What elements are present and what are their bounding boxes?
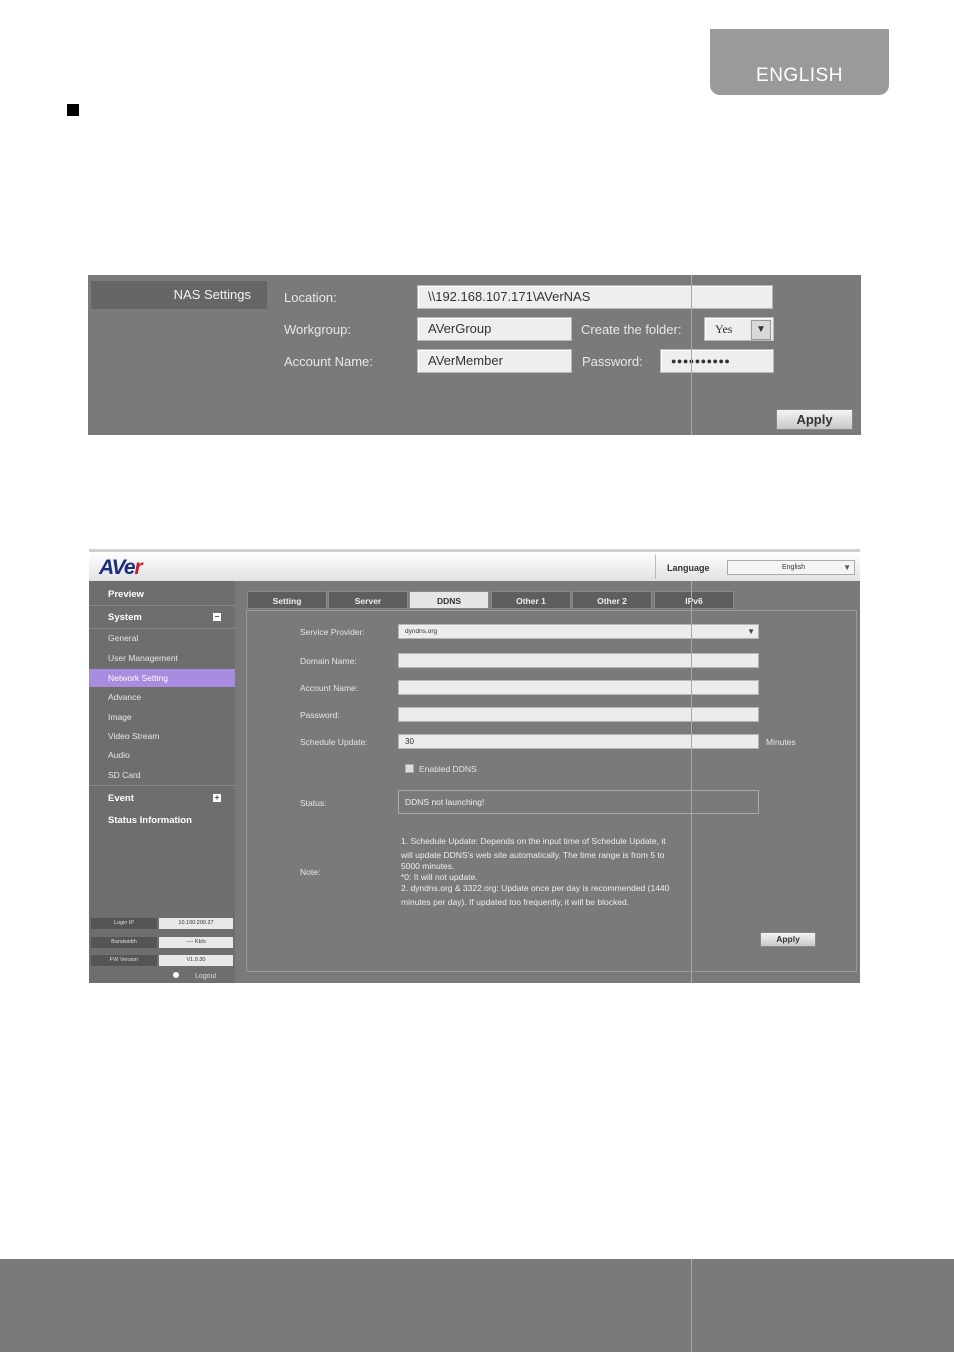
chevron-down-icon[interactable]: ▼ bbox=[751, 320, 771, 340]
note-line: *0: It will not update. bbox=[401, 872, 478, 882]
logout-label: Logout bbox=[195, 973, 217, 980]
ddns-web-ui: AVer Language English ▼ Preview System −… bbox=[89, 549, 860, 983]
chevron-down-icon: ▼ bbox=[747, 627, 755, 636]
service-provider-select[interactable]: dyndns.org ▼ bbox=[398, 624, 759, 639]
password-label: Password: bbox=[300, 710, 340, 720]
schedule-update-label: Schedule Update: bbox=[300, 737, 368, 747]
sidebar-item-image[interactable]: Image bbox=[89, 708, 235, 726]
service-provider-value: dyndns.org bbox=[405, 628, 438, 635]
nas-settings-title: NAS Settings bbox=[91, 281, 267, 309]
login-ip-label: Login IP bbox=[91, 918, 157, 929]
sidebar-item-advance[interactable]: Advance bbox=[89, 688, 235, 706]
sidebar-item-audio[interactable]: Audio bbox=[89, 746, 235, 764]
domain-name-label: Domain Name: bbox=[300, 656, 357, 666]
login-ip-value: 10.100.200.27 bbox=[159, 918, 233, 929]
note-label: Note: bbox=[300, 867, 321, 877]
expand-icon[interactable]: + bbox=[213, 794, 221, 802]
password-field[interactable]: ●●●●●●●●●● bbox=[660, 349, 774, 373]
apply-button[interactable]: Apply bbox=[760, 932, 816, 947]
account-name-input[interactable] bbox=[398, 680, 759, 695]
workgroup-label: Workgroup: bbox=[284, 322, 351, 337]
tab-setting[interactable]: Setting bbox=[247, 591, 327, 609]
password-input[interactable] bbox=[398, 707, 759, 722]
page-footer bbox=[0, 1259, 954, 1352]
create-folder-select[interactable]: Yes ▼ bbox=[704, 317, 774, 341]
sidebar-item-network-setting[interactable]: Network Setting bbox=[89, 669, 235, 687]
create-folder-label: Create the folder: bbox=[581, 322, 682, 337]
enabled-ddns-label: Enabled DDNS bbox=[419, 764, 477, 774]
aver-logo: AVer bbox=[99, 556, 143, 579]
tab-ddns[interactable]: DDNS bbox=[409, 591, 489, 609]
divider bbox=[691, 581, 692, 983]
collapse-icon[interactable]: − bbox=[213, 613, 221, 621]
language-tab: ENGLISH bbox=[710, 29, 889, 95]
language-value: English bbox=[782, 564, 805, 571]
language-select[interactable]: English ▼ bbox=[727, 560, 855, 575]
sidebar-item-user-management[interactable]: User Management bbox=[89, 649, 235, 667]
tab-other-2[interactable]: Other 2 bbox=[572, 591, 652, 609]
note-line: 5000 minutes. bbox=[401, 861, 455, 871]
password-label: Password: bbox=[582, 354, 643, 369]
divider bbox=[89, 785, 235, 786]
divider bbox=[691, 275, 692, 435]
location-label: Location: bbox=[284, 290, 337, 305]
note-line: minutes per day). If updated too frequen… bbox=[401, 897, 630, 907]
fw-version-value: V1.0.30 bbox=[159, 955, 233, 966]
bullet-icon bbox=[67, 104, 79, 116]
location-field[interactable]: \\192.168.107.171\AVerNAS bbox=[417, 285, 773, 309]
status-label: Status: bbox=[300, 798, 327, 808]
note-line: 1. Schedule Update: Depends on the input… bbox=[401, 836, 666, 846]
tab-other-1[interactable]: Other 1 bbox=[491, 591, 571, 609]
login-ip-row: Login IP 10.100.200.27 bbox=[91, 918, 233, 929]
domain-name-input[interactable] bbox=[398, 653, 759, 668]
nas-settings-panel: NAS Settings Location: \\192.168.107.171… bbox=[88, 275, 861, 435]
note-line: 2. dyndns.org & 3322.org: Update once pe… bbox=[401, 883, 670, 893]
service-provider-label: Service Provider: bbox=[300, 627, 365, 637]
bandwidth-row: Bandwidth ---- Kb/s bbox=[91, 937, 233, 948]
user-icon bbox=[173, 972, 179, 978]
tab-server[interactable]: Server bbox=[328, 591, 408, 609]
apply-button[interactable]: Apply bbox=[776, 409, 853, 430]
ddns-form: Service Provider: dyndns.org ▼ Domain Na… bbox=[246, 610, 857, 972]
divider bbox=[89, 605, 235, 606]
account-name-label: Account Name: bbox=[300, 683, 359, 693]
enabled-ddns-checkbox[interactable] bbox=[405, 764, 414, 773]
fw-version-label: FW Version bbox=[91, 955, 157, 966]
fw-version-row: FW Version V1.0.30 bbox=[91, 955, 233, 966]
bandwidth-value: ---- Kb/s bbox=[159, 937, 233, 948]
top-bar: AVer Language English ▼ bbox=[89, 549, 860, 581]
sidebar-item-general[interactable]: General bbox=[89, 629, 235, 647]
sidebar-item-sd-card[interactable]: SD Card bbox=[89, 766, 235, 784]
divider bbox=[655, 555, 656, 579]
note-line: will update DDNS's web site automaticall… bbox=[401, 850, 665, 860]
sidebar-item-status-information[interactable]: Status Information bbox=[89, 815, 235, 826]
minutes-label: Minutes bbox=[766, 737, 796, 747]
sidebar-item-video-stream[interactable]: Video Stream bbox=[89, 727, 235, 745]
chevron-down-icon: ▼ bbox=[843, 563, 851, 572]
sidebar-item-preview[interactable]: Preview bbox=[89, 589, 235, 600]
tab-ipv6[interactable]: IPv6 bbox=[654, 591, 734, 609]
sidebar: Preview System − General User Management… bbox=[89, 581, 235, 983]
bandwidth-label: Bandwidth bbox=[91, 937, 157, 948]
language-label: Language bbox=[667, 563, 710, 573]
schedule-update-input[interactable]: 30 bbox=[398, 734, 759, 749]
logout-link[interactable]: Logout bbox=[173, 972, 216, 980]
status-value: DDNS not launching! bbox=[398, 790, 759, 814]
create-folder-value: Yes bbox=[715, 322, 733, 336]
workgroup-field[interactable]: AVerGroup bbox=[417, 317, 572, 341]
account-name-field[interactable]: AVerMember bbox=[417, 349, 572, 373]
divider bbox=[691, 1259, 692, 1352]
account-name-label: Account Name: bbox=[284, 354, 373, 369]
content-area: Setting Server DDNS Other 1 Other 2 IPv6… bbox=[239, 581, 860, 983]
